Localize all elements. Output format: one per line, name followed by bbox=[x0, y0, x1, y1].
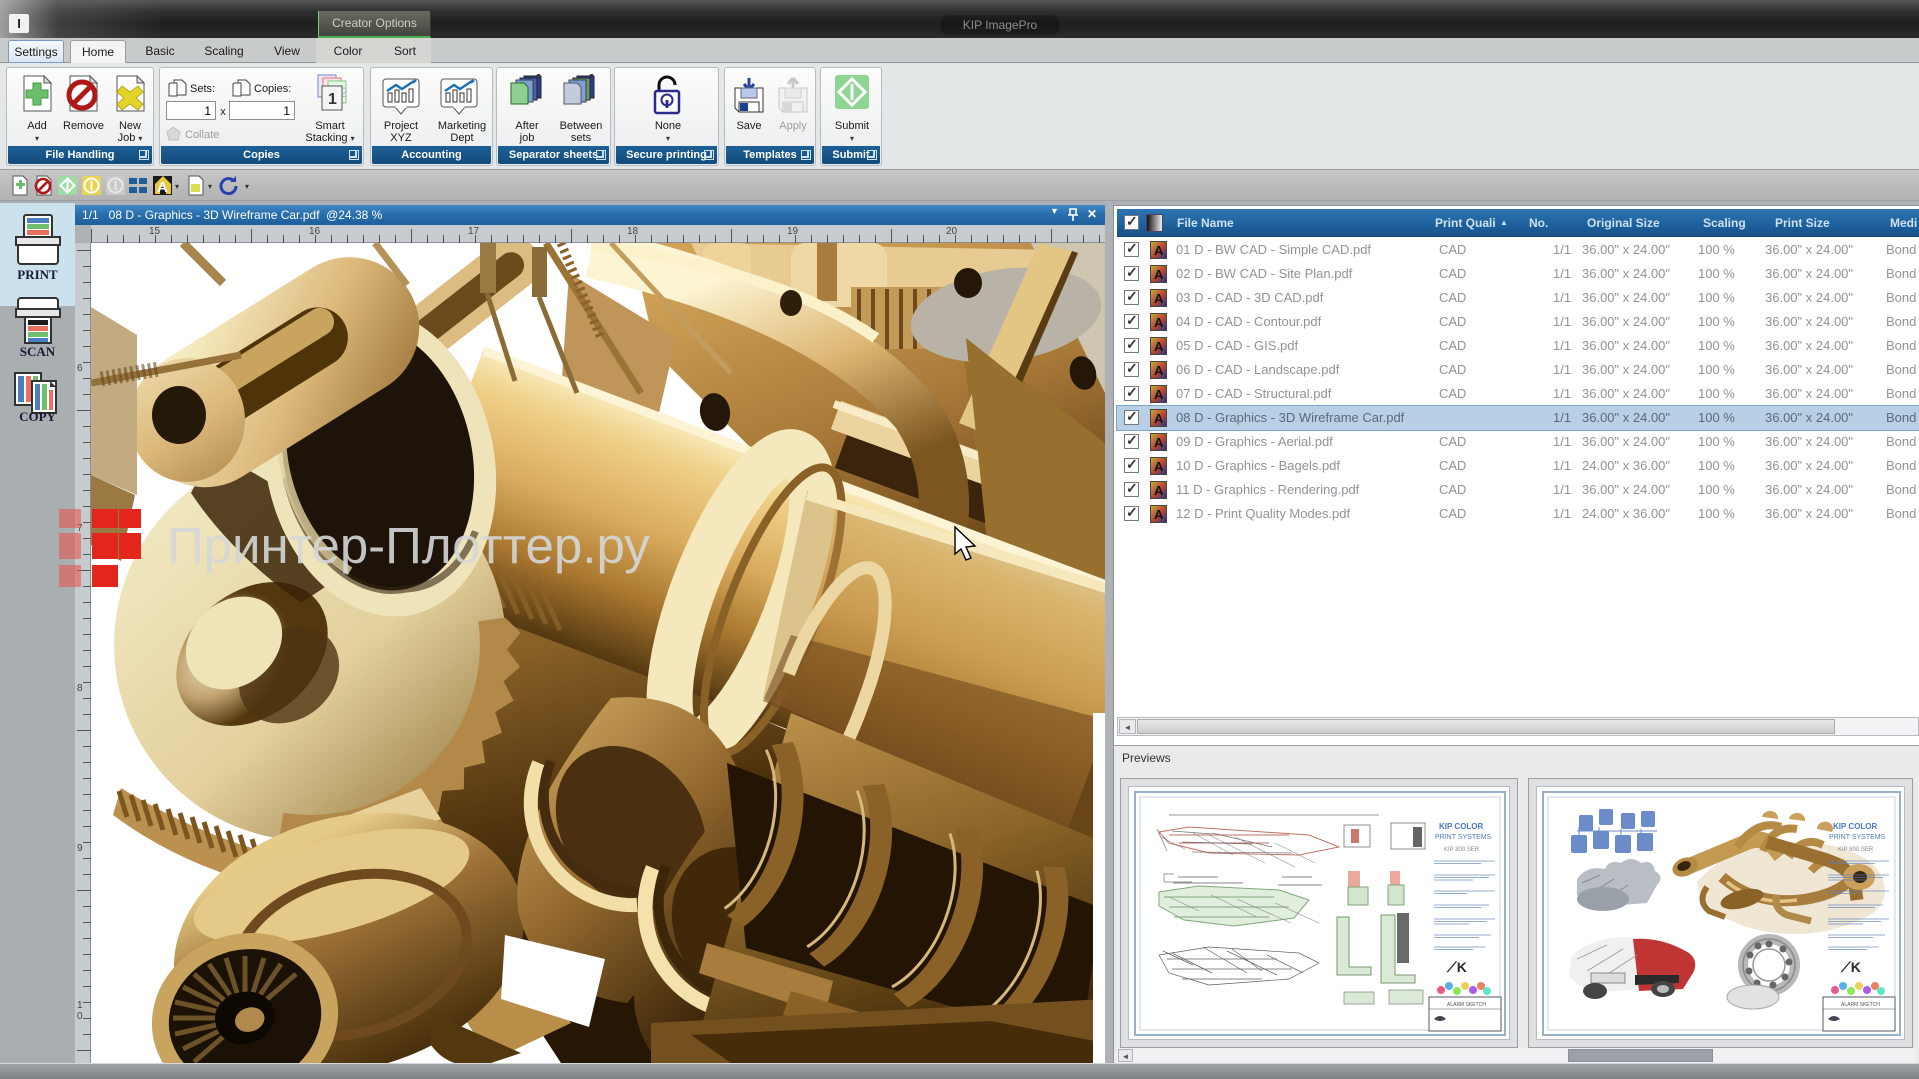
svg-text:PRINT SYSTEMS: PRINT SYSTEMS bbox=[1829, 834, 1886, 841]
svg-text:KIP COLOR: KIP COLOR bbox=[1439, 822, 1484, 831]
svg-text:⟋K: ⟋K bbox=[1840, 959, 1861, 975]
svg-text:KIP COLOR: KIP COLOR bbox=[1833, 822, 1878, 831]
svg-text:A: A bbox=[157, 179, 168, 196]
svg-text:KIP 800 SER: KIP 800 SER bbox=[1444, 847, 1480, 853]
svg-text:⟋K: ⟋K bbox=[1446, 959, 1467, 975]
svg-text:ALARM SKETCH: ALARM SKETCH bbox=[1447, 1002, 1486, 1008]
svg-text:1: 1 bbox=[328, 91, 337, 108]
svg-text:PRINT SYSTEMS: PRINT SYSTEMS bbox=[1435, 834, 1492, 841]
svg-text:KIP 800 SER: KIP 800 SER bbox=[1838, 847, 1874, 853]
svg-text:ALARM SKETCH: ALARM SKETCH bbox=[1841, 1002, 1880, 1008]
